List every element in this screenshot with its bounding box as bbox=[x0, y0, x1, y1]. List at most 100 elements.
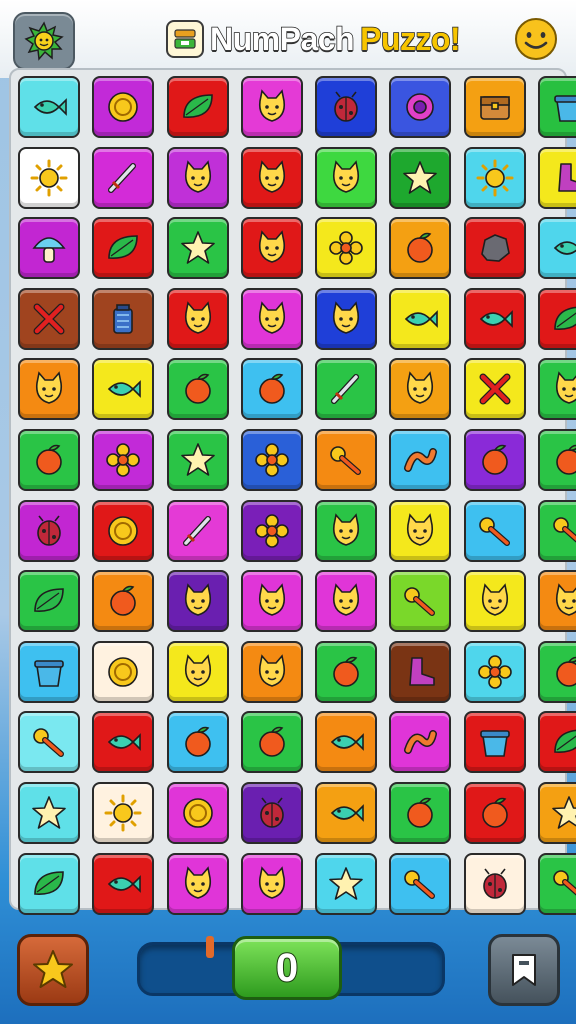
board-tile[interactable] bbox=[315, 358, 378, 421]
board-tile[interactable] bbox=[315, 499, 378, 562]
board-tile[interactable] bbox=[92, 76, 155, 138]
board-tile[interactable] bbox=[92, 358, 155, 421]
board-tile[interactable] bbox=[240, 781, 303, 844]
bookmark-button[interactable] bbox=[488, 934, 560, 1006]
board-tile[interactable] bbox=[463, 640, 526, 703]
board-tile[interactable] bbox=[18, 640, 80, 703]
board-tile[interactable] bbox=[315, 146, 378, 209]
board-tile[interactable] bbox=[538, 146, 576, 209]
board-tile[interactable] bbox=[18, 499, 80, 562]
board-tile[interactable] bbox=[166, 146, 229, 209]
board-tile[interactable] bbox=[389, 217, 452, 280]
board-tile[interactable] bbox=[92, 287, 155, 350]
board-tile[interactable] bbox=[166, 287, 229, 350]
board-tile[interactable] bbox=[389, 358, 452, 421]
board-tile[interactable] bbox=[538, 499, 576, 562]
board-tile[interactable] bbox=[389, 146, 452, 209]
board-tile[interactable] bbox=[92, 428, 155, 491]
board-tile[interactable] bbox=[166, 358, 229, 421]
board-tile[interactable] bbox=[315, 711, 378, 774]
board-tile[interactable] bbox=[538, 640, 576, 703]
board-tile[interactable] bbox=[463, 852, 526, 915]
board-tile[interactable] bbox=[463, 217, 526, 280]
board-tile[interactable] bbox=[538, 781, 576, 844]
board-tile[interactable] bbox=[315, 570, 378, 633]
board-tile[interactable] bbox=[166, 570, 229, 633]
board-tile[interactable] bbox=[18, 287, 80, 350]
board-tile[interactable] bbox=[166, 852, 229, 915]
board-tile[interactable] bbox=[240, 76, 303, 138]
board-tile[interactable] bbox=[92, 852, 155, 915]
board-tile[interactable] bbox=[18, 146, 80, 209]
board-tile[interactable] bbox=[166, 711, 229, 774]
board-tile[interactable] bbox=[18, 358, 80, 421]
board-tile[interactable] bbox=[315, 852, 378, 915]
board-tile[interactable] bbox=[166, 781, 229, 844]
board-tile[interactable] bbox=[538, 76, 576, 138]
board-tile[interactable] bbox=[92, 217, 155, 280]
board-tile[interactable] bbox=[389, 428, 452, 491]
board-tile[interactable] bbox=[240, 640, 303, 703]
board-tile[interactable] bbox=[315, 76, 378, 138]
board-tile[interactable] bbox=[92, 781, 155, 844]
board-tile[interactable] bbox=[315, 640, 378, 703]
board-tile[interactable] bbox=[463, 146, 526, 209]
board-tile[interactable] bbox=[463, 287, 526, 350]
board-tile[interactable] bbox=[463, 781, 526, 844]
board-tile[interactable] bbox=[315, 428, 378, 491]
board-tile[interactable] bbox=[92, 146, 155, 209]
board-tile[interactable] bbox=[538, 217, 576, 280]
board-tile[interactable] bbox=[240, 570, 303, 633]
board-tile[interactable] bbox=[463, 570, 526, 633]
board-tile[interactable] bbox=[166, 428, 229, 491]
board-tile[interactable] bbox=[389, 781, 452, 844]
board-tile[interactable] bbox=[389, 76, 452, 138]
board-tile[interactable] bbox=[463, 711, 526, 774]
board-tile[interactable] bbox=[538, 428, 576, 491]
board-tile[interactable] bbox=[538, 852, 576, 915]
board-tile[interactable] bbox=[315, 217, 378, 280]
logo-button[interactable] bbox=[13, 12, 75, 70]
board-tile[interactable] bbox=[18, 76, 80, 138]
board-tile[interactable] bbox=[240, 711, 303, 774]
star-button[interactable] bbox=[17, 934, 89, 1006]
board-tile[interactable] bbox=[92, 711, 155, 774]
board-tile[interactable] bbox=[18, 217, 80, 280]
board-tile[interactable] bbox=[463, 428, 526, 491]
board-tile[interactable] bbox=[463, 76, 526, 138]
board-tile[interactable] bbox=[18, 852, 80, 915]
board-tile[interactable] bbox=[92, 640, 155, 703]
board-tile[interactable] bbox=[463, 499, 526, 562]
board-tile[interactable] bbox=[166, 217, 229, 280]
board-tile[interactable] bbox=[389, 499, 452, 562]
board-tile[interactable] bbox=[315, 781, 378, 844]
board-tile[interactable] bbox=[92, 570, 155, 633]
board-tile[interactable] bbox=[240, 499, 303, 562]
board-tile[interactable] bbox=[92, 499, 155, 562]
board-tile[interactable] bbox=[18, 711, 80, 774]
board-tile[interactable] bbox=[240, 428, 303, 491]
board-tile[interactable] bbox=[538, 711, 576, 774]
board-tile[interactable] bbox=[240, 217, 303, 280]
board-tile[interactable] bbox=[315, 287, 378, 350]
board-tile[interactable] bbox=[240, 358, 303, 421]
menu-button[interactable] bbox=[514, 17, 558, 61]
board-tile[interactable] bbox=[166, 499, 229, 562]
board-tile[interactable] bbox=[389, 287, 452, 350]
board-tile[interactable] bbox=[166, 640, 229, 703]
board-tile[interactable] bbox=[389, 570, 452, 633]
board-tile[interactable] bbox=[389, 852, 452, 915]
board-tile[interactable] bbox=[18, 781, 80, 844]
board-tile[interactable] bbox=[240, 852, 303, 915]
board-tile[interactable] bbox=[166, 76, 229, 138]
board-tile[interactable] bbox=[538, 570, 576, 633]
board-tile[interactable] bbox=[389, 711, 452, 774]
board-tile[interactable] bbox=[18, 428, 80, 491]
board-tile[interactable] bbox=[389, 640, 452, 703]
board-tile[interactable] bbox=[240, 146, 303, 209]
board-tile[interactable] bbox=[463, 358, 526, 421]
board-tile[interactable] bbox=[538, 358, 576, 421]
board-tile[interactable] bbox=[240, 287, 303, 350]
board-tile[interactable] bbox=[538, 287, 576, 350]
board-tile[interactable] bbox=[18, 570, 80, 633]
